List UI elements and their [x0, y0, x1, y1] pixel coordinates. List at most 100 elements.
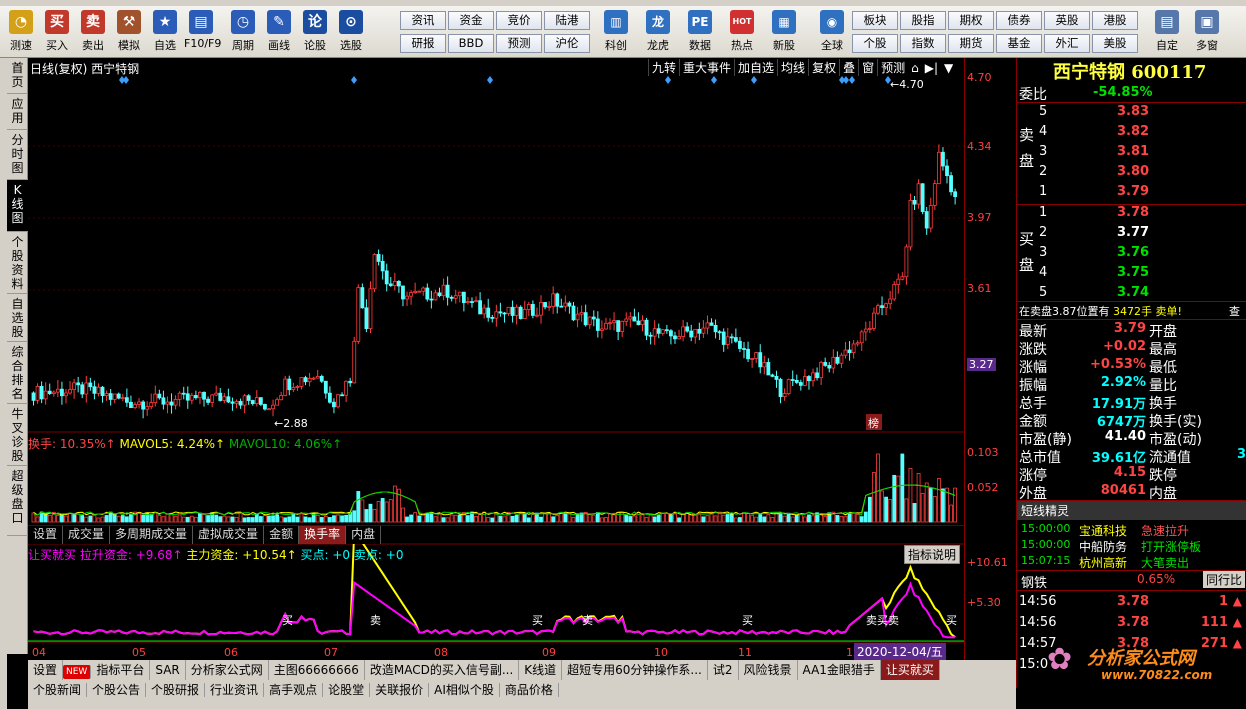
industry-rank-button[interactable]: 同行比	[1203, 571, 1246, 588]
volume-tab[interactable]: 内盘	[346, 526, 382, 544]
chart-btn[interactable]: 复权	[808, 59, 839, 76]
toolbar-hot-button[interactable]: HOT 热点	[722, 8, 762, 56]
indicator-template-tab[interactable]: 主图66666666	[269, 660, 365, 680]
market-button[interactable]: 基金	[996, 34, 1042, 53]
toolbar-period-button[interactable]: ◷ 周期	[226, 8, 260, 56]
lock-icon[interactable]: ⌂	[908, 61, 922, 75]
indicator-template-tab[interactable]: 让买就买	[880, 660, 940, 680]
market-button[interactable]: 期权	[948, 11, 994, 30]
chart-btn[interactable]: 预测	[877, 59, 908, 76]
sprite-stock[interactable]: 中船防务	[1079, 538, 1127, 555]
quick-button[interactable]: 陆港	[544, 11, 590, 30]
dropdown-icon[interactable]: ▼	[941, 61, 956, 75]
quick-button[interactable]: 研报	[400, 34, 446, 53]
toolbar-newstock-button[interactable]: ▦ 新股	[764, 8, 804, 56]
market-button[interactable]: 英股	[1044, 11, 1090, 30]
quick-button[interactable]: 资金	[448, 11, 494, 30]
indicator-template-tab[interactable]: 分析家公式网	[186, 660, 269, 680]
indicator-help-button[interactable]: 指标说明	[904, 545, 961, 564]
candle-body	[742, 348, 746, 350]
volume-tab[interactable]: 金额	[264, 526, 300, 544]
toolbar-f10-button[interactable]: ▤ F10/F9	[184, 8, 221, 56]
indicator-template-tab[interactable]: SAR	[150, 660, 186, 680]
chart-btn[interactable]: 叠	[839, 59, 858, 76]
nav-7[interactable]: 牛叉诊股	[7, 404, 28, 466]
indicator-template-tab[interactable]: K线道	[519, 660, 563, 680]
indicator-template-tab[interactable]: 试2	[708, 660, 739, 680]
info-tab[interactable]: 高手观点	[264, 683, 324, 697]
toolbar-dragon-button[interactable]: 龙龙虎	[638, 8, 678, 56]
info-tab[interactable]: 个股公告	[87, 683, 147, 697]
indicator-template-tab[interactable]: NEW	[63, 665, 92, 679]
toolbar-custom-button[interactable]: ▤ 自定	[1150, 8, 1184, 56]
toolbar-select-button[interactable]: ⊙ 选股	[334, 8, 368, 56]
chart-btn[interactable]: 窗	[858, 59, 877, 76]
indicator-template-tab[interactable]: AA1金眼猎手	[798, 660, 881, 680]
candle-body	[904, 246, 909, 278]
volume-tab[interactable]: 设置	[28, 526, 64, 544]
quick-button[interactable]: 资讯	[400, 11, 446, 30]
toolbar-buy-button[interactable]: 买买入	[40, 8, 74, 56]
candle-body	[583, 312, 588, 326]
kline-chart-area[interactable]: ←4.70 ←2.88 榜买卖买卖买卖买卖买 04 05 06 07 08 09 10 11 12 日…	[28, 58, 964, 660]
market-button[interactable]: 债券	[996, 11, 1042, 30]
indicator-template-tab[interactable]: 风险钱景	[739, 660, 798, 680]
market-button[interactable]: 外汇	[1044, 34, 1090, 53]
toolbar-pen-button[interactable]: ✎ 画线	[262, 8, 296, 56]
volume-tab[interactable]: 成交量	[63, 526, 111, 544]
nav-8[interactable]: 超级盘口	[7, 466, 28, 536]
chart-btn[interactable]: 加自选	[734, 59, 777, 76]
toolbar-hammer-button[interactable]: ⚒ 模拟	[112, 8, 146, 56]
quick-button[interactable]: BBD	[448, 34, 494, 53]
kline-chart-svg[interactable]: ←4.70←2.88 榜买卖买卖买卖买卖买04 05 06 07 08 09 10 11 12	[28, 58, 964, 660]
toolbar-kechuang-button[interactable]: ▥ 科创	[596, 8, 636, 56]
market-button[interactable]: 美股	[1092, 34, 1138, 53]
notice-check-button[interactable]: 查	[1229, 303, 1240, 319]
market-button[interactable]: 板块	[852, 11, 898, 30]
nav-2[interactable]: 分时图	[7, 130, 28, 180]
quick-button[interactable]: 竞价	[496, 11, 542, 30]
indicator-template-tab[interactable]: 改造MACD的买入信号副...	[365, 660, 520, 680]
market-button[interactable]: 期货	[948, 34, 994, 53]
nav-4[interactable]: 个股资料	[7, 232, 28, 294]
indicator-template-tab[interactable]: 设置	[28, 660, 64, 680]
toolbar-star-button[interactable]: ★ 自选	[148, 8, 182, 56]
collapse-icon[interactable]: ▶|	[922, 61, 941, 75]
info-tab[interactable]: 个股新闻	[28, 683, 88, 697]
toolbar-data-button[interactable]: PE 数据	[680, 8, 720, 56]
market-button[interactable]: 港股	[1092, 11, 1138, 30]
nav-0[interactable]: 首页	[7, 58, 28, 94]
quick-button[interactable]: 预测	[496, 34, 542, 53]
quick-button[interactable]: 沪伦	[544, 34, 590, 53]
volume-tab[interactable]: 虚拟成交量	[193, 526, 265, 544]
toolbar-window-button[interactable]: ▣ 多窗	[1190, 8, 1224, 56]
volume-bar	[429, 511, 434, 523]
chart-btn[interactable]: 九转	[648, 59, 679, 76]
info-tab[interactable]: 行业资讯	[205, 683, 265, 697]
nav-1[interactable]: 应用	[7, 94, 28, 130]
info-tab[interactable]: 论股堂	[323, 683, 371, 697]
info-tab[interactable]: AI相似个股	[429, 683, 500, 697]
indicator-template-tab[interactable]: 指标平台	[91, 660, 151, 680]
toolbar-lun-button[interactable]: 论论股	[298, 8, 332, 56]
toolbar-globe-button[interactable]: ◉ 全球	[812, 8, 852, 56]
market-button[interactable]: 股指	[900, 11, 946, 30]
candle-body	[924, 211, 929, 229]
volume-tab[interactable]: 换手率	[299, 526, 347, 544]
nav-3[interactable]: K线图	[7, 180, 28, 232]
sprite-stock[interactable]: 宝通科技	[1079, 522, 1127, 539]
info-tab[interactable]: 商品价格	[500, 683, 559, 697]
indicator-template-tab[interactable]: 超短专用60分钟操作系...	[562, 660, 708, 680]
info-tab[interactable]: 关联报价	[370, 683, 430, 697]
info-tab[interactable]: 个股研报	[146, 683, 206, 697]
nav-6[interactable]: 综合排名	[7, 342, 28, 404]
market-button[interactable]: 指数	[900, 34, 946, 53]
nav-5[interactable]: 自选股	[7, 294, 28, 342]
chart-btn[interactable]: 均线	[777, 59, 808, 76]
sprite-stock[interactable]: 杭州高新	[1079, 554, 1127, 571]
market-button[interactable]: 个股	[852, 34, 898, 53]
toolbar-sell-button[interactable]: 卖卖出	[76, 8, 110, 56]
chart-btn[interactable]: 重大事件	[679, 59, 734, 76]
volume-tab[interactable]: 多周期成交量	[110, 526, 194, 544]
toolbar-clock-button[interactable]: ◔ 测速	[4, 8, 38, 56]
